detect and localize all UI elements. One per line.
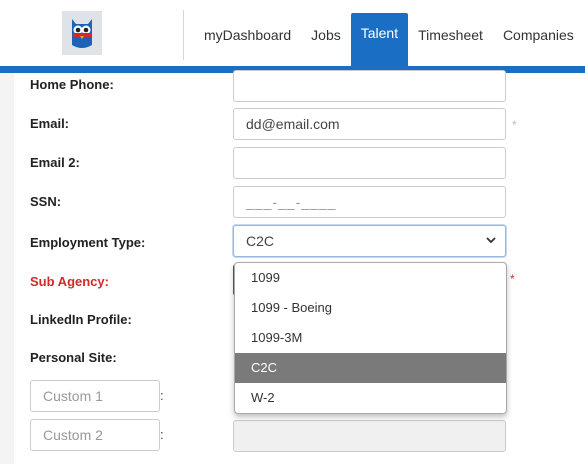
dropdown-option-1099-3m[interactable]: 1099-3M bbox=[235, 323, 506, 353]
dropdown-option-1099[interactable]: 1099 bbox=[235, 263, 506, 293]
nav-item-companies[interactable]: Companies bbox=[493, 0, 584, 66]
custom1-colon: : bbox=[160, 388, 164, 403]
chevron-down-icon bbox=[485, 226, 497, 267]
ssn-placeholder: ___-__-____ bbox=[246, 194, 337, 210]
ssn-input[interactable]: ___-__-____ bbox=[233, 186, 506, 218]
dropdown-option-c2c[interactable]: C2C bbox=[235, 353, 506, 383]
email2-label: Email 2: bbox=[30, 155, 80, 170]
custom2-input[interactable]: Custom 2 bbox=[30, 419, 160, 451]
nav-item-mydashboard[interactable]: myDashboard bbox=[194, 0, 301, 66]
custom2-value-input[interactable] bbox=[233, 420, 506, 452]
dropdown-option-w2[interactable]: W-2 bbox=[235, 383, 506, 413]
ssn-label: SSN: bbox=[30, 194, 62, 209]
custom2-colon: : bbox=[160, 427, 164, 442]
nav-item-jobs[interactable]: Jobs bbox=[301, 0, 351, 66]
custom1-input[interactable]: Custom 1 bbox=[30, 380, 160, 412]
top-header: myDashboard Jobs Talent Timesheet Compan… bbox=[0, 0, 585, 69]
header-divider bbox=[183, 10, 184, 60]
email-input[interactable]: dd@email.com bbox=[233, 108, 506, 140]
nav-item-timesheet[interactable]: Timesheet bbox=[408, 0, 493, 66]
email2-input[interactable] bbox=[233, 147, 506, 179]
employment-type-label: Employment Type: bbox=[30, 235, 146, 250]
required-marker: * bbox=[512, 118, 517, 132]
home-phone-label: Home Phone: bbox=[30, 77, 114, 92]
employment-type-value: C2C bbox=[246, 233, 275, 249]
employment-type-select[interactable]: C2C bbox=[233, 225, 506, 257]
personal-site-label: Personal Site: bbox=[30, 350, 117, 365]
employment-type-dropdown[interactable]: 1099 1099 - Boeing 1099-3M C2C W-2 bbox=[234, 262, 507, 414]
sub-agency-label: Sub Agency: bbox=[30, 274, 109, 289]
linkedin-label: LinkedIn Profile: bbox=[30, 312, 132, 327]
dropdown-option-1099-boeing[interactable]: 1099 - Boeing bbox=[235, 293, 506, 323]
email-label: Email: bbox=[30, 116, 70, 131]
nav-item-talent[interactable]: Talent bbox=[350, 13, 409, 69]
home-phone-input[interactable] bbox=[233, 70, 506, 102]
owl-logo-icon[interactable] bbox=[62, 11, 102, 55]
main-nav: myDashboard Jobs Talent Timesheet Compan… bbox=[194, 0, 584, 69]
sub-agency-required-marker: * bbox=[510, 272, 515, 286]
